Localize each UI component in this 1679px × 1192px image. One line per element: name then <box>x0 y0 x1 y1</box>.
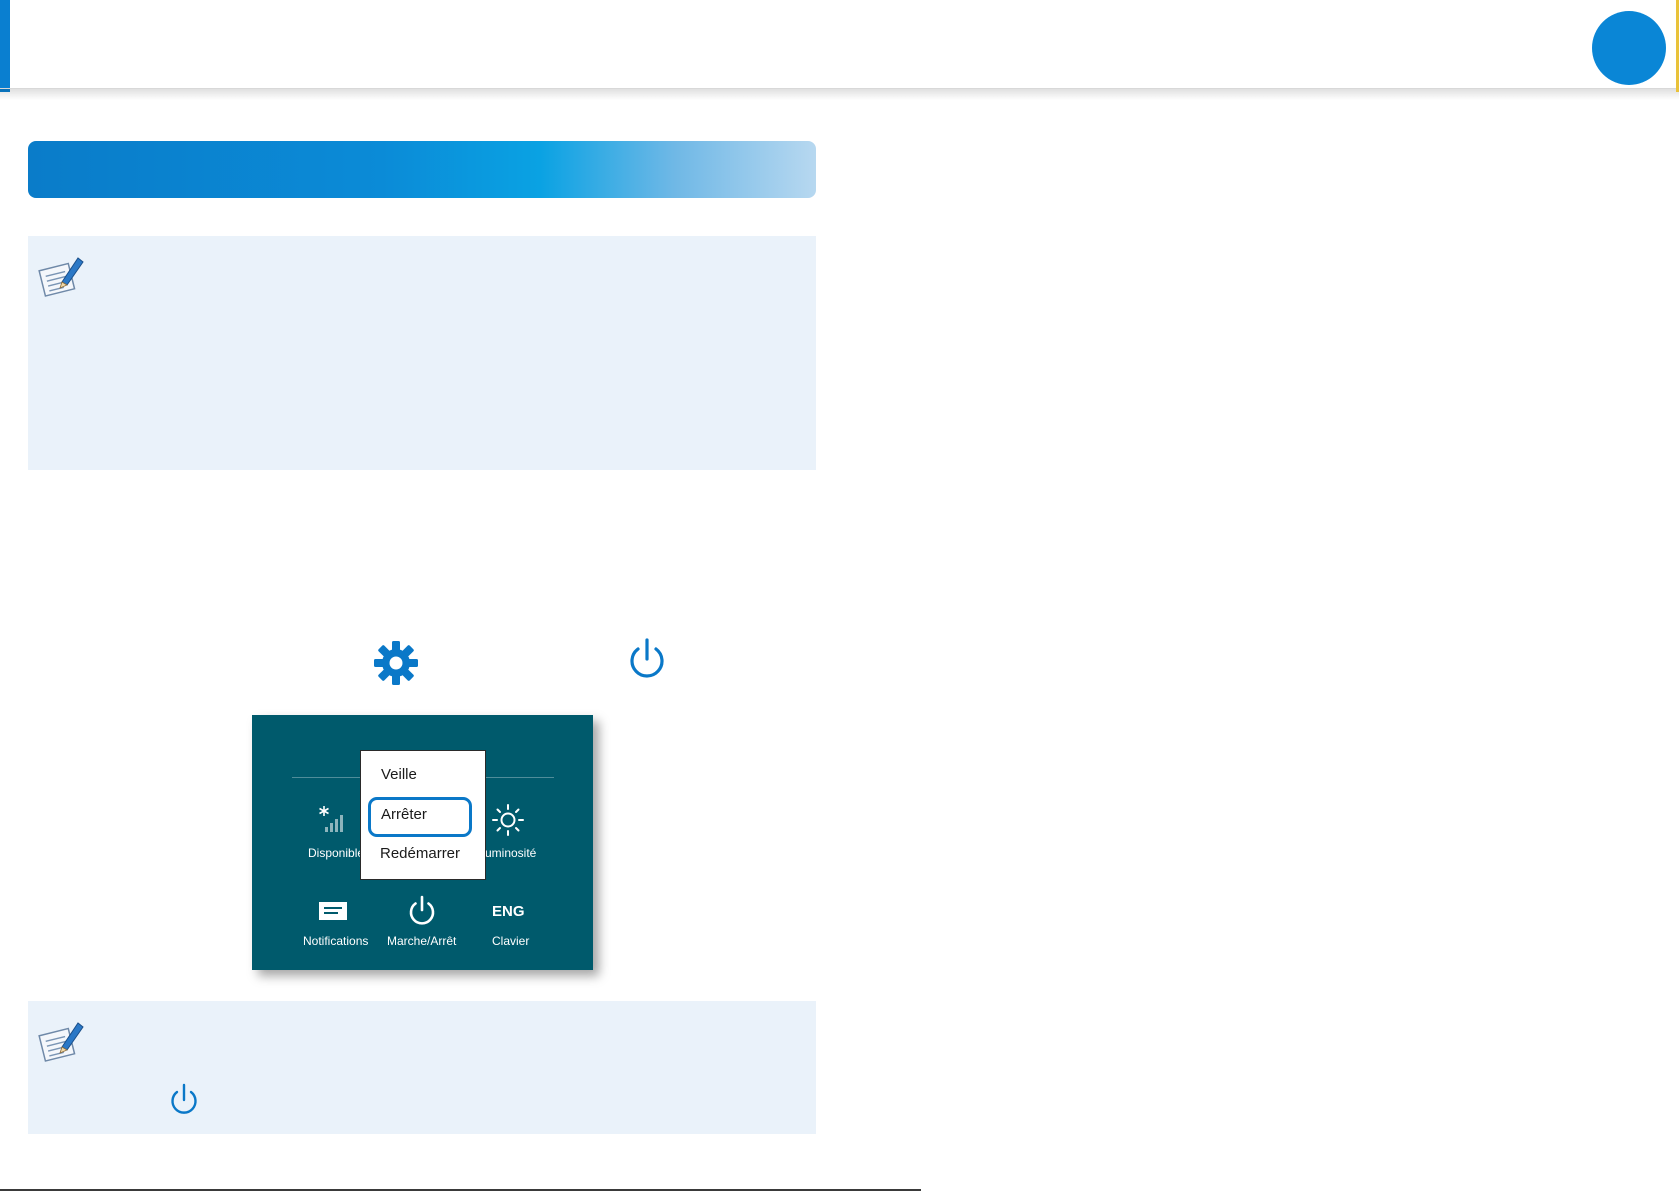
brightness-icon[interactable] <box>491 803 525 837</box>
power-menu: Veille Arrêter Redémarrer <box>360 750 486 880</box>
tile-label-brightness: uminosité <box>485 846 537 860</box>
notifications-icon[interactable] <box>318 901 348 923</box>
tile-label-keyboard: Clavier <box>492 934 530 948</box>
chapter-badge <box>1592 11 1666 85</box>
power-icon[interactable] <box>406 895 438 927</box>
menu-item-shutdown[interactable]: Arrêter <box>381 806 427 823</box>
tile-label-network: Disponible <box>308 846 365 860</box>
menu-item-sleep[interactable]: Veille <box>381 766 417 783</box>
tile-label-notifications: Notifications <box>303 934 369 948</box>
note-box <box>28 1001 816 1134</box>
tile-label-power: Marche/Arrêt <box>387 934 457 948</box>
settings-gear-icon <box>374 641 418 685</box>
power-icon <box>630 638 664 678</box>
menu-item-restart[interactable]: Redémarrer <box>380 845 460 862</box>
note-box <box>28 236 816 470</box>
footer-rule <box>0 1189 921 1191</box>
note-pencil-icon <box>38 257 84 297</box>
header-left-accent <box>0 0 10 92</box>
header-divider <box>0 88 1679 103</box>
note-pencil-icon <box>38 1022 84 1062</box>
section-title-bar <box>28 141 816 198</box>
power-icon <box>171 1083 197 1114</box>
wireless-signal-icon[interactable] <box>318 805 348 833</box>
keyboard-language-indicator[interactable]: ENG <box>492 903 525 920</box>
